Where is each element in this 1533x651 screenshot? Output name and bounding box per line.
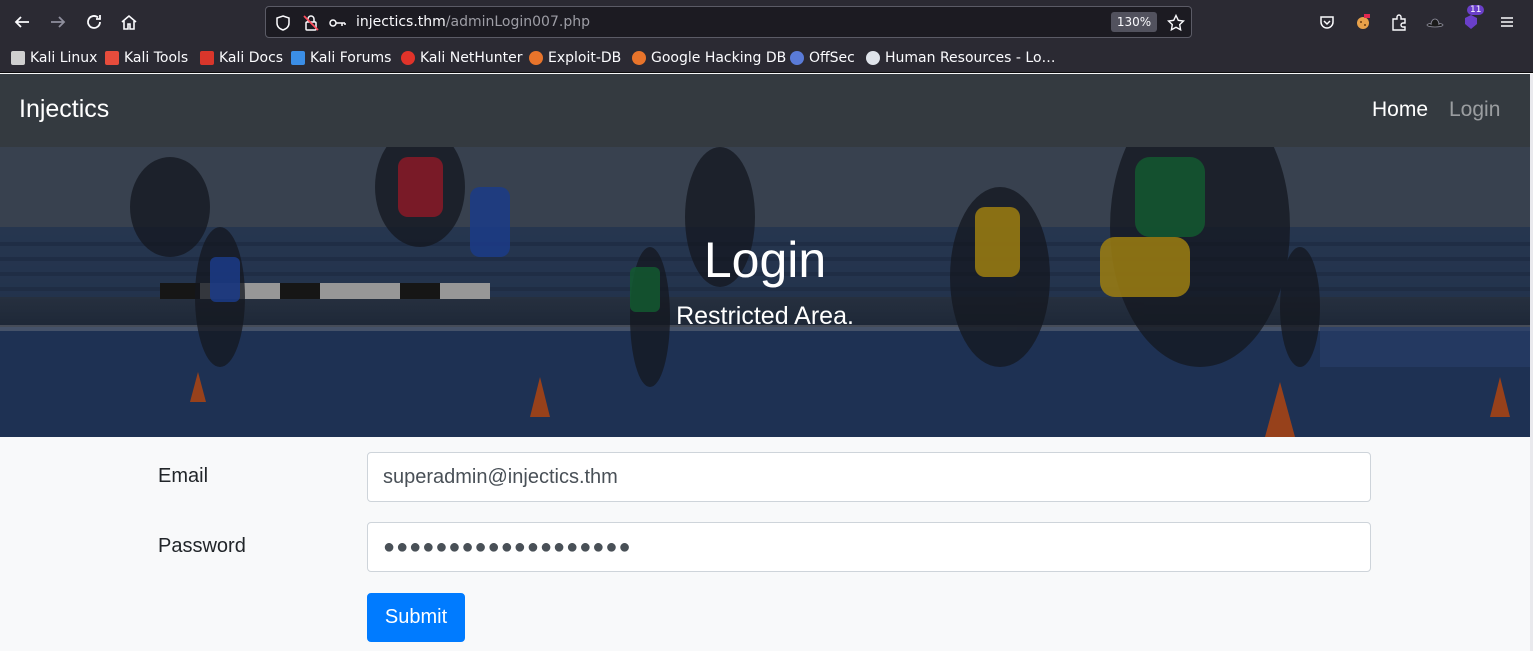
exploit-db-icon <box>529 51 543 65</box>
bookmark-label: Kali Tools <box>124 50 189 66</box>
menu-button[interactable] <box>1494 9 1520 35</box>
bookmark-label: Kali Forums <box>310 50 392 66</box>
kali-tools-icon <box>105 51 119 65</box>
zoom-level-badge[interactable]: 130% <box>1111 12 1157 32</box>
bookmark-label: Human Resources - Lo… <box>885 50 1056 66</box>
shield-icon[interactable] <box>274 14 292 32</box>
bookmark-label: Kali NetHunter <box>420 50 523 66</box>
password-field[interactable]: ●●●●●●●●●●●●●●●●●●● <box>367 522 1371 572</box>
pocket-icon <box>1320 16 1334 29</box>
home-icon <box>121 14 137 30</box>
reload-icon <box>87 15 101 29</box>
url-bar[interactable]: injectics.thm/adminLogin007.php 130% <box>265 6 1192 38</box>
reload-button[interactable] <box>81 9 107 35</box>
bookmark-label: Kali Docs <box>219 50 284 66</box>
ghdb-icon <box>632 51 646 65</box>
bookmark-human-resources[interactable]: Human Resources - Lo… <box>866 49 1056 67</box>
kali-forums-icon <box>291 51 305 65</box>
forward-button[interactable] <box>45 9 71 35</box>
url-path: /adminLogin007.php <box>445 14 590 30</box>
home-button[interactable] <box>116 9 142 35</box>
hero-banner: Login Restricted Area. <box>0 147 1530 437</box>
back-button[interactable] <box>9 9 35 35</box>
site-brand[interactable]: Injectics <box>19 95 109 124</box>
extension-badge: 11 <box>1467 5 1485 15</box>
url-host: injectics.thm <box>356 14 446 30</box>
url-text[interactable]: injectics.thm/adminLogin007.php <box>356 14 590 30</box>
kali-dragon-icon <box>11 51 25 65</box>
kali-docs-icon <box>200 51 214 65</box>
web-page: Injectics Home Login Login Restricted Ar… <box>0 74 1530 651</box>
extensions-button[interactable] <box>1386 9 1412 35</box>
cookie-icon <box>1357 14 1370 29</box>
bookmark-kali-linux[interactable]: Kali Linux <box>11 49 97 67</box>
star-bookmark-icon[interactable] <box>1167 14 1185 32</box>
pocket-button[interactable] <box>1314 9 1340 35</box>
bookmark-label: Google Hacking DB <box>651 50 787 66</box>
password-label: Password <box>158 535 246 557</box>
cookie-extension-button[interactable] <box>1350 9 1376 35</box>
bookmark-kali-nethunter[interactable]: Kali NetHunter <box>401 49 522 67</box>
insecure-lock-icon[interactable] <box>302 14 320 32</box>
browser-toolbar: injectics.thm/adminLogin007.php 130% 11 <box>0 0 1533 43</box>
site-navbar: Injectics Home Login <box>0 74 1530 147</box>
stadium-race-illustration <box>0 147 1530 437</box>
puzzle-icon <box>1392 14 1406 31</box>
bookmark-label: Exploit-DB <box>548 50 622 66</box>
bookmark-google-hacking-db[interactable]: Google Hacking DB <box>632 49 786 67</box>
shield-extension-icon <box>1465 15 1477 29</box>
hero-title: Login <box>703 232 827 288</box>
email-field[interactable]: superadmin@injectics.thm <box>367 452 1371 502</box>
nethunter-icon <box>401 51 415 65</box>
tryhackme-extension-button[interactable]: 11 <box>1458 5 1485 35</box>
bookmark-kali-tools[interactable]: Kali Tools <box>105 49 188 67</box>
nav-link-login[interactable]: Login <box>1449 98 1500 122</box>
bookmark-exploit-db[interactable]: Exploit-DB <box>529 49 621 67</box>
hamburger-menu-icon <box>1501 17 1513 27</box>
nav-link-home[interactable]: Home <box>1372 98 1428 122</box>
bookmark-label: OffSec <box>809 50 855 66</box>
wordpress-icon <box>866 51 880 65</box>
spy-extension-button[interactable] <box>1422 9 1448 35</box>
bookmark-kali-forums[interactable]: Kali Forums <box>291 49 391 67</box>
submit-button[interactable]: Submit <box>367 593 465 642</box>
bookmarks-bar: Kali Linux Kali Tools Kali Docs Kali For… <box>0 43 1533 73</box>
bookmark-offsec[interactable]: OffSec <box>790 49 855 67</box>
arrow-right-icon <box>51 16 66 28</box>
email-label: Email <box>158 465 209 487</box>
fedora-hat-icon <box>1426 18 1444 28</box>
bookmark-kali-docs[interactable]: Kali Docs <box>200 49 283 67</box>
bookmark-label: Kali Linux <box>30 50 98 66</box>
arrow-left-icon <box>14 16 29 28</box>
key-icon[interactable] <box>328 14 346 32</box>
offsec-icon <box>790 51 804 65</box>
hero-subtitle: Restricted Area. <box>676 302 854 330</box>
